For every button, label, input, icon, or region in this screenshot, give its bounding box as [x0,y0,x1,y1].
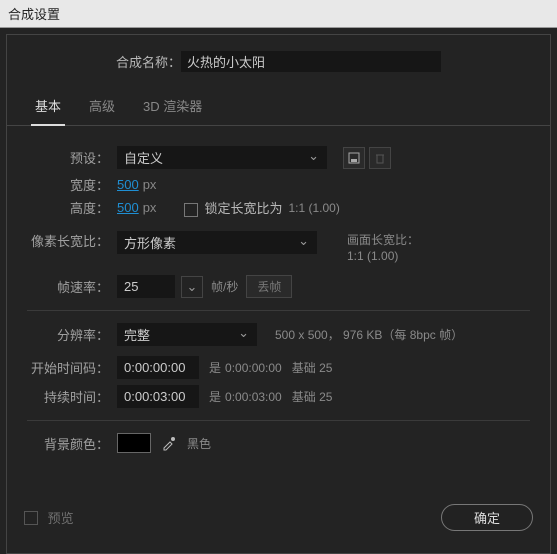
divider-1 [27,310,530,311]
start-tc-is: 是 [209,359,221,376]
width-unit: px [143,177,157,192]
preview-checkbox[interactable] [24,511,38,525]
tabs: 基本 高级 3D 渲染器 [7,90,550,126]
divider-2 [27,420,530,421]
height-unit: px [143,200,157,215]
width-value[interactable]: 500 [117,177,139,192]
fps-dropdown-icon[interactable]: ⌄ [181,276,203,298]
start-tc-base: 基础 25 [292,359,333,376]
dropframe-select: 丢帧 [246,275,292,298]
fps-unit: 帧/秒 [211,278,238,295]
preset-label: 预设： [27,148,117,167]
duration-input[interactable] [117,385,199,408]
width-label: 宽度： [27,175,117,194]
fps-label: 帧速率： [27,277,117,296]
frame-aspect-label: 画面长宽比： [347,233,419,247]
eyedropper-icon[interactable] [161,435,177,451]
duration-label: 持续时间： [27,387,117,406]
preview-block: 预览 [24,508,74,527]
resolution-select[interactable] [117,323,257,346]
tab-advanced[interactable]: 高级 [85,90,119,125]
dialog-panel: 合成名称： 基本 高级 3D 渲染器 预设： 宽度： 500 px [6,34,551,554]
frame-aspect-value: 1:1 (1.00) [347,249,398,263]
resolution-label: 分辨率： [27,325,117,344]
window-title: 合成设置 [8,7,60,22]
tab-basic[interactable]: 基本 [31,90,65,125]
ok-button[interactable]: 确定 [441,504,533,531]
frame-aspect-block: 画面长宽比： 1:1 (1.00) [347,231,419,263]
start-tc-input[interactable] [117,356,199,379]
start-tc-label: 开始时间码： [27,358,117,377]
lock-aspect-ratio: 1:1 (1.00) [288,201,339,215]
lock-aspect-label: 锁定长宽比为 [204,198,282,217]
bg-label: 背景颜色： [27,434,117,453]
par-select[interactable] [117,231,317,254]
height-label: 高度： [27,198,117,217]
fps-value[interactable] [117,275,175,298]
lock-aspect-checkbox[interactable] [184,203,198,217]
resolution-info: 500 x 500， 976 KB（每 8bpc 帧） [275,326,463,343]
start-tc-isval: 0:00:00:00 [225,361,282,375]
duration-base: 基础 25 [292,388,333,405]
bg-swatch[interactable] [117,433,151,453]
bg-name: 黑色 [187,435,211,452]
save-preset-icon[interactable] [343,147,365,169]
comp-name-input[interactable] [181,51,441,72]
tab-3d-renderer[interactable]: 3D 渲染器 [139,90,206,125]
duration-isval: 0:00:03:00 [225,390,282,404]
par-label: 像素长宽比： [27,231,117,250]
comp-name-label: 合成名称： [116,52,181,71]
height-value[interactable]: 500 [117,200,139,215]
preview-label: 预览 [48,511,74,526]
duration-is: 是 [209,388,221,405]
window-titlebar: 合成设置 [0,0,557,28]
delete-preset-icon [369,147,391,169]
preset-select[interactable] [117,146,327,169]
